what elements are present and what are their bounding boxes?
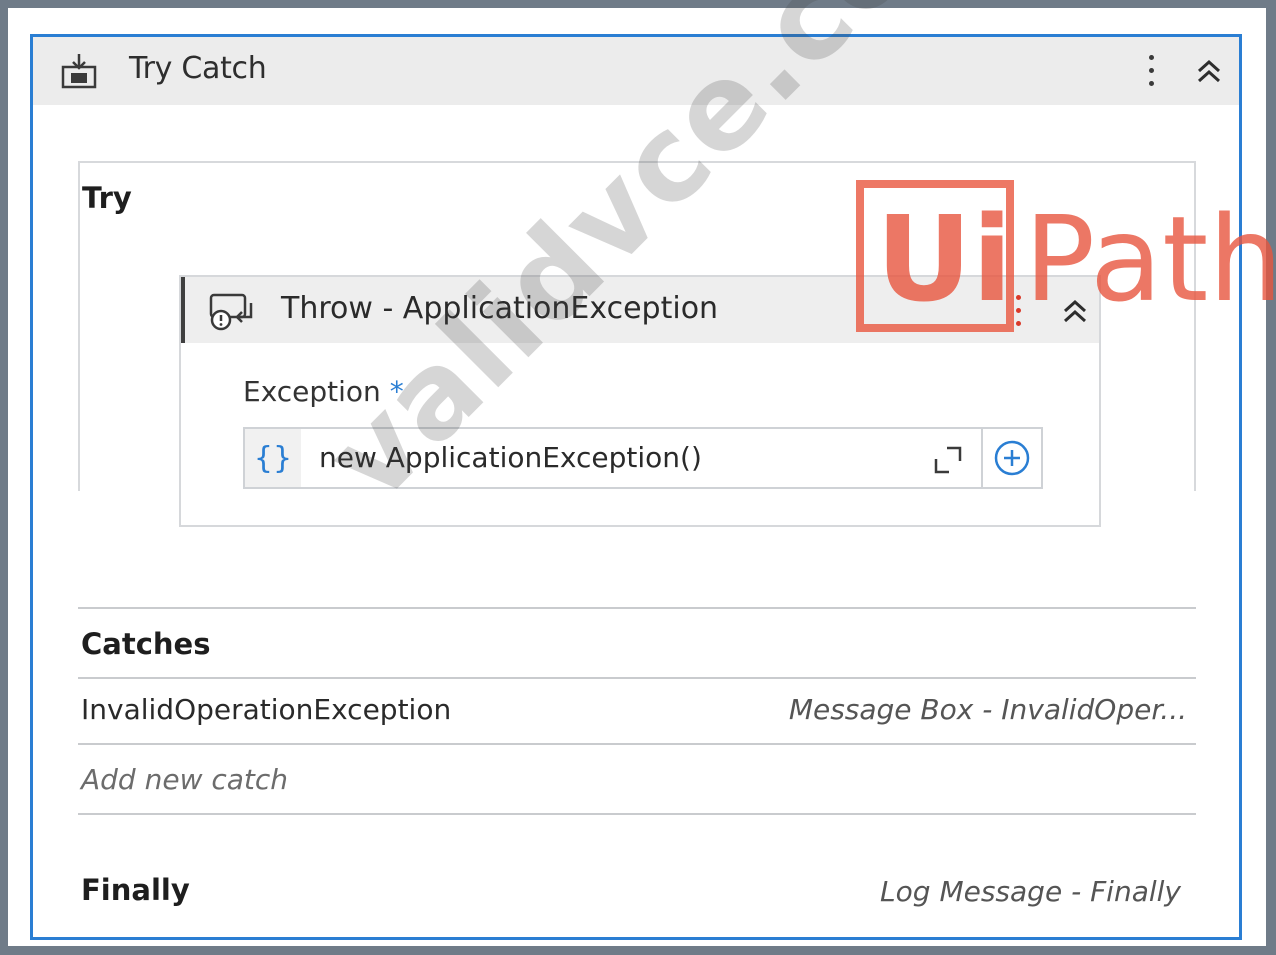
collapse-icon[interactable] (1193, 55, 1225, 87)
catch-handler[interactable]: Message Box - InvalidOper... (789, 693, 1187, 726)
divider (78, 607, 1196, 609)
add-variable-button[interactable] (981, 429, 1041, 487)
activity-title: Try Catch (129, 51, 267, 86)
divider (78, 677, 1196, 679)
braces-icon: {} (245, 429, 301, 487)
add-new-catch-link[interactable]: Add new catch (81, 763, 288, 796)
try-catch-icon (61, 54, 97, 89)
more-options-icon[interactable] (1138, 49, 1166, 93)
finally-handler[interactable]: Log Message - Finally (880, 875, 1181, 908)
try-catch-activity[interactable]: Try Catch Try Throw - ApplicationExcepti… (30, 34, 1242, 940)
try-label: Try (82, 181, 132, 215)
window-frame: Try Catch Try Throw - ApplicationExcepti… (8, 8, 1266, 946)
throw-icon (209, 293, 253, 331)
divider (78, 813, 1196, 815)
exception-field-label: Exception * (243, 375, 404, 408)
plus-circle-icon (994, 440, 1030, 476)
activity-header[interactable]: Try Catch (33, 37, 1239, 105)
required-marker: * (389, 375, 404, 408)
throw-collapse-icon[interactable] (1059, 295, 1091, 327)
exception-expression-input[interactable]: {} new ApplicationException() (243, 427, 1043, 489)
throw-more-options-icon[interactable] (1007, 287, 1031, 333)
throw-title: Throw - ApplicationException (281, 291, 719, 326)
throw-activity[interactable]: Throw - ApplicationException Exception *… (179, 275, 1101, 527)
divider (78, 743, 1196, 745)
try-section: Try Throw - ApplicationException Excepti… (78, 161, 1196, 527)
exception-label-text: Exception (243, 375, 381, 408)
finally-label: Finally (81, 873, 190, 907)
catch-exception-type[interactable]: InvalidOperationException (81, 693, 451, 726)
throw-header[interactable]: Throw - ApplicationException (181, 277, 1099, 343)
expand-editor-icon[interactable] (933, 445, 963, 475)
catches-label: Catches (81, 627, 211, 661)
expression-value[interactable]: new ApplicationException() (319, 441, 702, 474)
